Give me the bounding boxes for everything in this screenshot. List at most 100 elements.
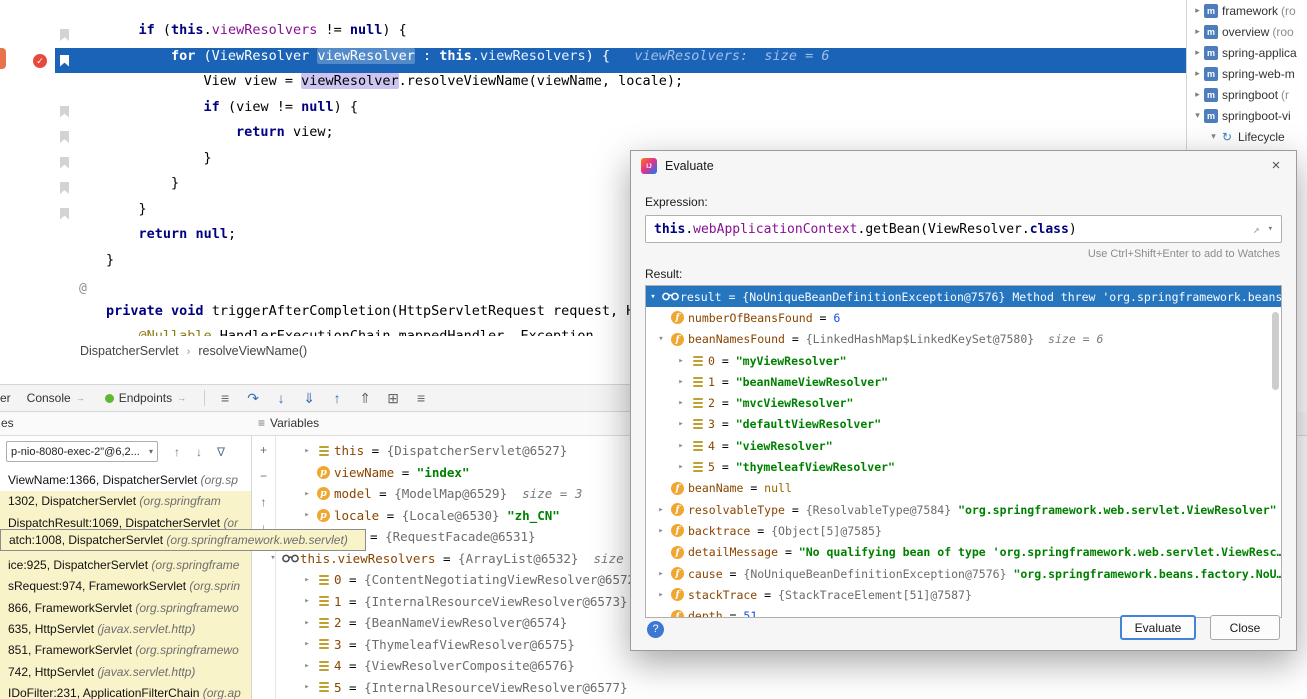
result-scrollbar[interactable] [1272,312,1279,390]
chevron-right-icon[interactable]: ▸ [1191,5,1204,16]
token-pl: .resolveViewName(viewName, locale); [399,73,683,89]
breadcrumb[interactable]: DispatcherServlet›resolveViewName() [80,341,307,361]
remove-watch-icon[interactable]: − [256,468,272,484]
result-row[interactable]: fnumberOfBeansFound = 6 [646,307,1281,328]
result-tree[interactable]: ▾result = {NoUniqueBeanDefinitionExcepti… [645,285,1282,618]
result-row[interactable]: ▾fbeanNamesFound = {LinkedHashMap$Linked… [646,329,1281,350]
step-over-icon[interactable]: ↷ [241,387,265,409]
result-row[interactable]: ▸fcause = {NoUniqueBeanDefinitionExcepti… [646,563,1281,584]
maven-item-springboot-vi[interactable]: ▾mspringboot-vi [1187,105,1307,126]
close-icon[interactable]: × [1266,156,1286,176]
dialog-title-bar[interactable]: IJ Evaluate × [631,151,1296,181]
result-row[interactable]: ▸2 = "mvcViewResolver" [646,392,1281,413]
frame-row[interactable]: 851, FrameworkServlet (org.springframewo [0,640,252,661]
maven-item-framework[interactable]: ▸mframework(ro [1187,0,1307,21]
close-button[interactable]: Close [1210,615,1280,640]
result-row[interactable]: ▾result = {NoUniqueBeanDefinitionExcepti… [646,286,1281,307]
maven-item-spring-web-m[interactable]: ▸mspring-web-m [1187,63,1307,84]
result-row[interactable]: ▸fstackTrace = {StackTraceElement[51]@75… [646,584,1281,605]
result-row[interactable]: fbeanName = null [646,478,1281,499]
expression-input[interactable]: this.webApplicationContext.getBean(ViewR… [645,215,1282,243]
chevron-right-icon[interactable]: ▸ [300,596,314,606]
scroll-up-icon[interactable]: ↑ [256,494,272,510]
chevron-right-icon[interactable]: ▸ [1191,89,1204,100]
result-row[interactable]: ▸fresolvableType = {ResolvableType@7584}… [646,499,1281,520]
frame-down-icon[interactable]: ↓ [190,443,208,461]
chevron-right-icon[interactable]: ▸ [300,618,314,628]
chevron-right-icon[interactable]: ▸ [654,569,668,579]
chevron-right-icon[interactable]: ▸ [300,446,314,456]
add-watch-icon[interactable]: + [256,442,272,458]
chevron-right-icon[interactable]: ▸ [300,639,314,649]
frames-panel[interactable]: p-nio-8080-exec-2"@6,2... ▾ ViewName:136… [0,436,252,699]
chevron-right-icon[interactable]: ▸ [300,489,314,499]
tab-console[interactable]: Console→ [17,385,95,411]
chevron-down-icon[interactable]: ▾ [1207,131,1220,142]
frame-row[interactable]: ViewName:1366, DispatcherServlet (org.sp [0,470,252,491]
chevron-right-icon[interactable]: ▸ [300,682,314,692]
chevron-right-icon[interactable]: ▸ [654,590,668,600]
result-row[interactable]: ▸0 = "myViewResolver" [646,350,1281,371]
frames-list[interactable]: ViewName:1366, DispatcherServlet (org.sp… [0,470,252,699]
frame-row[interactable]: 1302, DispatcherServlet (org.springfram [0,491,252,512]
settings-menu-icon[interactable]: ≡ [409,387,433,409]
frame-row[interactable]: sRequest:974, FrameworkServlet (org.spri… [0,576,252,597]
debugger-tab-fragment[interactable]: er [0,391,17,405]
chevron-right-icon[interactable]: ▸ [300,661,314,671]
expand-icon[interactable]: ↗ [1253,223,1260,236]
chevron-right-icon[interactable]: ▸ [654,526,668,536]
thread-selector-dropdown[interactable]: p-nio-8080-exec-2"@6,2... ▾ [6,441,158,462]
chevron-right-icon[interactable]: ▸ [654,505,668,515]
tab-variables[interactable]: ≡ Variables [258,416,319,430]
breadcrumb-class[interactable]: DispatcherServlet [80,344,179,358]
frame-row[interactable]: 635, HttpServlet (javax.servlet.http) [0,619,252,640]
step-out-codeblock-icon[interactable]: ⇑ [353,387,377,409]
result-row[interactable]: ▸1 = "beanNameViewResolver" [646,371,1281,392]
frames-tab-fragment[interactable]: es [1,416,14,430]
chevron-down-icon[interactable]: ▾ [654,334,668,344]
result-row[interactable]: ▸4 = "viewResolver" [646,435,1281,456]
result-row[interactable]: ▸5 = "thymeleafViewResolver" [646,456,1281,477]
chevron-right-icon[interactable]: ▸ [674,398,688,408]
result-row[interactable]: ▸3 = "defaultViewResolver" [646,414,1281,435]
frame-row[interactable]: ice:925, DispatcherServlet (org.springfr… [0,555,252,576]
help-icon[interactable]: ? [647,621,664,638]
chevron-right-icon[interactable]: ▸ [1191,68,1204,79]
chevron-right-icon[interactable]: ▸ [300,575,314,585]
tab-endpoints[interactable]: Endpoints→ [95,385,196,411]
maven-item-springboot[interactable]: ▸mspringboot(r [1187,84,1307,105]
step-out-icon[interactable]: ↑ [325,387,349,409]
maven-item-spring-applica[interactable]: ▸mspring-applica [1187,42,1307,63]
frame-row[interactable]: IDoFilter:231, ApplicationFilterChain (o… [0,683,252,699]
chevron-right-icon[interactable]: ▸ [674,377,688,387]
hide-frames-filter-icon[interactable]: ∇ [212,443,230,461]
frame-row[interactable]: 866, FrameworkServlet (org.springframewo [0,598,252,619]
frame-up-icon[interactable]: ↑ [168,443,186,461]
chevron-down-icon[interactable]: ▾ [646,292,660,302]
maven-item-Lifecycle[interactable]: ▾↻Lifecycle [1187,126,1307,147]
chevron-down-icon[interactable]: ▾ [1191,110,1204,121]
chevron-right-icon[interactable]: ▸ [1191,47,1204,58]
chevron-right-icon[interactable]: ▸ [674,441,688,451]
token-pl: = [379,508,402,523]
chevron-down-icon[interactable]: ▾ [1268,224,1273,234]
maven-item-overview[interactable]: ▸moverview(roo [1187,21,1307,42]
result-row[interactable]: fdetailMessage = "No qualifying bean of … [646,542,1281,563]
chevron-right-icon[interactable]: ▸ [674,462,688,472]
chevron-down-icon[interactable]: ▾ [266,553,280,563]
chevron-right-icon[interactable]: ▸ [1191,26,1204,37]
breakpoint-icon[interactable]: ✓ [33,54,47,68]
chevron-right-icon[interactable]: ▸ [300,510,314,520]
variables-row[interactable]: ▸4 = {ViewResolverComposite@6576} [292,655,1307,677]
result-row[interactable]: ▸fbacktrace = {Object[5]@7585} [646,520,1281,541]
chevron-right-icon[interactable]: ▸ [674,419,688,429]
breadcrumb-method[interactable]: resolveViewName() [198,344,307,358]
view-breakpoints-icon[interactable]: ⊞ [381,387,405,409]
variables-row[interactable]: ▸5 = {InternalResourceViewResolver@6577} [292,677,1307,699]
layout-menu-icon[interactable]: ≡ [213,387,237,409]
chevron-right-icon[interactable]: ▸ [674,356,688,366]
step-into-icon[interactable]: ↓ [269,387,293,409]
evaluate-button[interactable]: Evaluate [1120,615,1196,640]
frame-row[interactable]: 742, HttpServlet (javax.servlet.http) [0,662,252,683]
force-step-into-icon[interactable]: ⇓ [297,387,321,409]
